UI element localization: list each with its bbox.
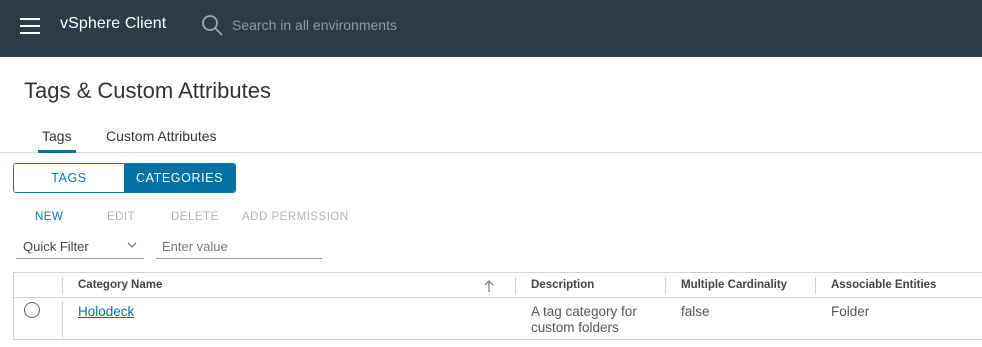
category-associable-entities: Folder [831, 304, 870, 319]
delete-button[interactable]: DELETE [171, 211, 219, 223]
chevron-down-icon [127, 242, 137, 248]
global-search-input[interactable]: Search in all environments [232, 17, 397, 33]
sort-ascending-icon[interactable] [483, 279, 495, 293]
tab-custom-attributes[interactable]: Custom Attributes [106, 126, 217, 153]
column-header-description[interactable]: Description [531, 279, 594, 291]
page-title: Tags & Custom Attributes [24, 78, 271, 103]
tab-bar: Tags Custom Attributes [0, 126, 982, 153]
category-multiple-cardinality: false [681, 304, 710, 319]
column-header-associable-entities[interactable]: Associable Entities [831, 279, 936, 291]
quick-filter-value: Quick Filter [23, 239, 89, 254]
column-header-multiple-cardinality[interactable]: Multiple Cardinality [681, 279, 787, 291]
tags-categories-toggle: TAGS CATEGORIES [13, 163, 236, 193]
app-title[interactable]: vSphere Client [60, 15, 166, 33]
filter-value-input[interactable] [156, 235, 322, 259]
tags-toggle-button[interactable]: TAGS [14, 164, 124, 192]
search-icon[interactable] [201, 14, 223, 36]
row-select-radio[interactable] [24, 302, 40, 318]
menu-icon[interactable] [20, 17, 40, 35]
quick-filter-select[interactable]: Quick Filter [16, 235, 144, 259]
edit-button[interactable]: EDIT [107, 211, 135, 223]
category-description: A tag category for custom folders [531, 304, 637, 335]
tab-tags[interactable]: Tags [38, 126, 76, 153]
category-name-link[interactable]: Holodeck [78, 304, 134, 319]
table-row[interactable]: Holodeck A tag category for custom folde… [14, 299, 982, 340]
new-button[interactable]: NEW [35, 211, 63, 223]
add-permission-button[interactable]: ADD PERMISSION [242, 211, 349, 223]
table-header: Category Name Description Multiple Cardi… [14, 273, 982, 298]
categories-toggle-button[interactable]: CATEGORIES [124, 164, 235, 192]
top-header: vSphere Client Search in all environment… [0, 0, 982, 57]
column-header-category-name[interactable]: Category Name [78, 279, 162, 291]
categories-table: Category Name Description Multiple Cardi… [13, 272, 982, 340]
